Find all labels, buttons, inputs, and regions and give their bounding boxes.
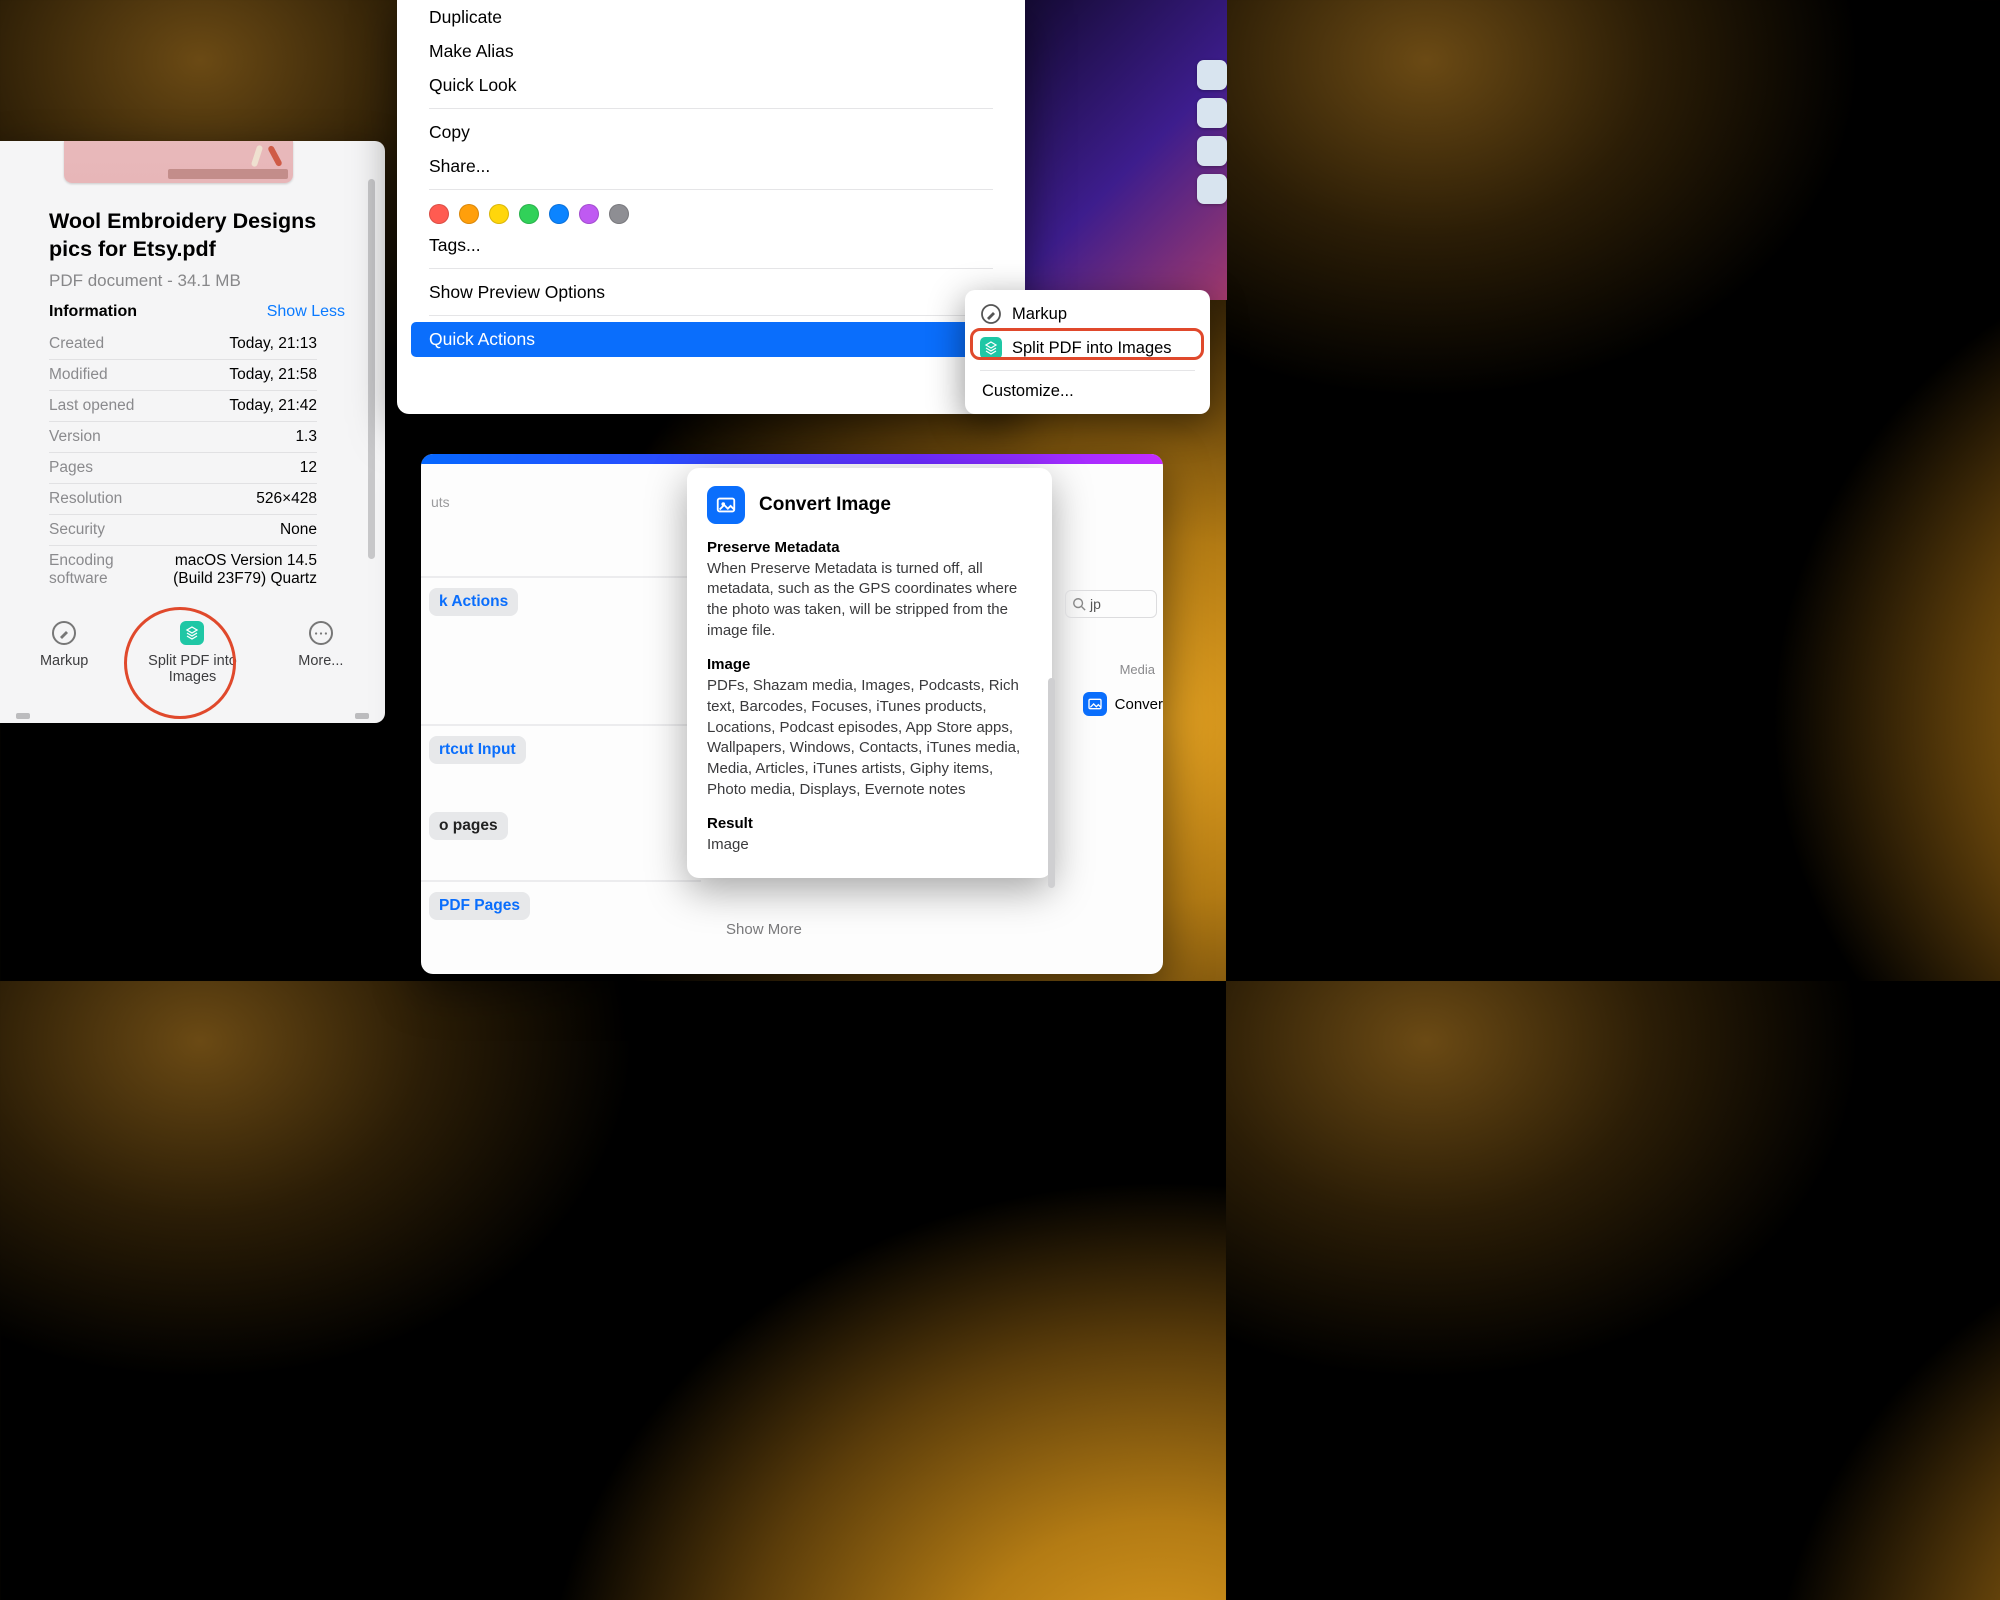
image-header: Image xyxy=(707,656,750,673)
information-header: Information xyxy=(49,303,137,321)
tag-color-dot[interactable] xyxy=(609,204,629,224)
desktop-icons xyxy=(1197,60,1227,260)
tag-color-row xyxy=(415,196,1007,228)
created-label: Created xyxy=(49,329,148,360)
preserve-text: When Preserve Metadata is turned off, al… xyxy=(707,560,1017,639)
token-quick-actions[interactable]: k Actions xyxy=(429,588,518,616)
menu-separator xyxy=(429,189,993,190)
version-label: Version xyxy=(49,422,148,453)
action-info-popover: Convert Image Preserve Metadata When Pres… xyxy=(687,468,1052,878)
markup-action[interactable]: Markup xyxy=(9,621,119,669)
menu-quick-actions[interactable]: Quick Actions xyxy=(411,322,1011,357)
action-convert-image[interactable]: Conver xyxy=(1077,686,1163,722)
show-less-link[interactable]: Show Less xyxy=(267,303,345,321)
opened-label: Last opened xyxy=(49,391,148,422)
show-more-button[interactable]: Show More xyxy=(726,921,802,938)
quick-actions-submenu: Markup Split PDF into Images Customize..… xyxy=(965,290,1210,414)
context-menu-panel: Duplicate Make Alias Quick Look Copy Sha… xyxy=(397,0,1225,424)
token-o-pages: o pages xyxy=(429,812,508,840)
tag-color-dot[interactable] xyxy=(489,204,509,224)
menu-duplicate[interactable]: Duplicate xyxy=(415,0,1007,34)
opened-value: Today, 21:42 xyxy=(148,391,317,422)
shortcuts-panel: uts k Actions rtcut Input o pages PDF Pa… xyxy=(421,454,1163,974)
info-table: CreatedToday, 21:13 ModifiedToday, 21:58… xyxy=(49,329,317,594)
token-pdf-pages[interactable]: PDF Pages xyxy=(429,892,530,920)
file-thumbnail xyxy=(64,141,293,183)
submenu-markup-label: Markup xyxy=(1012,305,1067,324)
more-label: More... xyxy=(298,653,343,669)
markup-label: Markup xyxy=(40,653,88,669)
menu-tags[interactable]: Tags... xyxy=(415,228,1007,262)
scrollbar[interactable] xyxy=(368,179,375,559)
menu-make-alias[interactable]: Make Alias xyxy=(415,34,1007,68)
search-icon xyxy=(1072,597,1086,611)
pages-value: 12 xyxy=(148,453,317,484)
tag-color-dot[interactable] xyxy=(459,204,479,224)
preserve-header: Preserve Metadata xyxy=(707,539,840,556)
image-icon xyxy=(707,486,745,524)
quick-actions-label: Quick Actions xyxy=(429,329,535,350)
tag-color-dot[interactable] xyxy=(429,204,449,224)
menu-separator xyxy=(429,268,993,269)
action-label: Conver xyxy=(1115,696,1163,713)
context-menu: Duplicate Make Alias Quick Look Copy Sha… xyxy=(397,0,1025,414)
menu-separator xyxy=(429,315,993,316)
result-text: Image xyxy=(707,836,749,853)
menu-separator xyxy=(980,370,1195,371)
submenu-markup[interactable]: Markup xyxy=(972,297,1203,331)
tag-color-dot[interactable] xyxy=(579,204,599,224)
resolution-value: 526×428 xyxy=(148,484,317,515)
shortcut-steps: k Actions rtcut Input o pages PDF Pages … xyxy=(421,464,701,974)
more-action[interactable]: More... xyxy=(266,621,376,669)
file-title: Wool Embroidery Designs pics for Etsy.pd… xyxy=(49,208,319,263)
modified-value: Today, 21:58 xyxy=(148,360,317,391)
created-value: Today, 21:13 xyxy=(148,329,317,360)
search-value: jp xyxy=(1090,596,1101,612)
submenu-customize[interactable]: Customize... xyxy=(972,376,1203,407)
resize-handle[interactable] xyxy=(16,713,30,719)
security-label: Security xyxy=(49,515,148,546)
more-icon xyxy=(309,621,333,645)
image-icon xyxy=(1083,692,1107,716)
submenu-customize-label: Customize... xyxy=(982,382,1074,401)
markup-icon xyxy=(52,621,76,645)
pages-label: Pages xyxy=(49,453,148,484)
token-shortcut-input[interactable]: rtcut Input xyxy=(429,736,526,764)
resolution-label: Resolution xyxy=(49,484,148,515)
search-input[interactable]: jp xyxy=(1065,590,1157,618)
desktop-background xyxy=(1017,0,1227,300)
menu-show-preview-options[interactable]: Show Preview Options xyxy=(415,275,1007,309)
security-value: None xyxy=(148,515,317,546)
version-value: 1.3 xyxy=(148,422,317,453)
category-label: Media xyxy=(1120,662,1155,677)
annotation-circle xyxy=(124,607,236,719)
annotation-rect xyxy=(970,328,1204,360)
modified-label: Modified xyxy=(49,360,148,391)
scrollbar[interactable] xyxy=(1048,678,1055,888)
menu-share[interactable]: Share... xyxy=(415,149,1007,183)
result-header: Result xyxy=(707,815,753,832)
markup-icon xyxy=(980,303,1002,325)
encoding-label: Encoding software xyxy=(49,546,148,595)
file-kind-size: PDF document - 34.1 MB xyxy=(49,271,241,291)
menu-separator xyxy=(429,108,993,109)
tag-color-dot[interactable] xyxy=(549,204,569,224)
encoding-value: macOS Version 14.5 (Build 23F79) Quartz xyxy=(148,546,317,595)
resize-handle[interactable] xyxy=(355,713,369,719)
get-info-panel: Wool Embroidery Designs pics for Etsy.pd… xyxy=(0,141,385,723)
menu-quick-look[interactable]: Quick Look xyxy=(415,68,1007,102)
tag-color-dot[interactable] xyxy=(519,204,539,224)
gradient-bar xyxy=(421,454,1163,464)
menu-copy[interactable]: Copy xyxy=(415,115,1007,149)
image-text: PDFs, Shazam media, Images, Podcasts, Ri… xyxy=(707,677,1020,797)
popover-title: Convert Image xyxy=(759,492,891,518)
